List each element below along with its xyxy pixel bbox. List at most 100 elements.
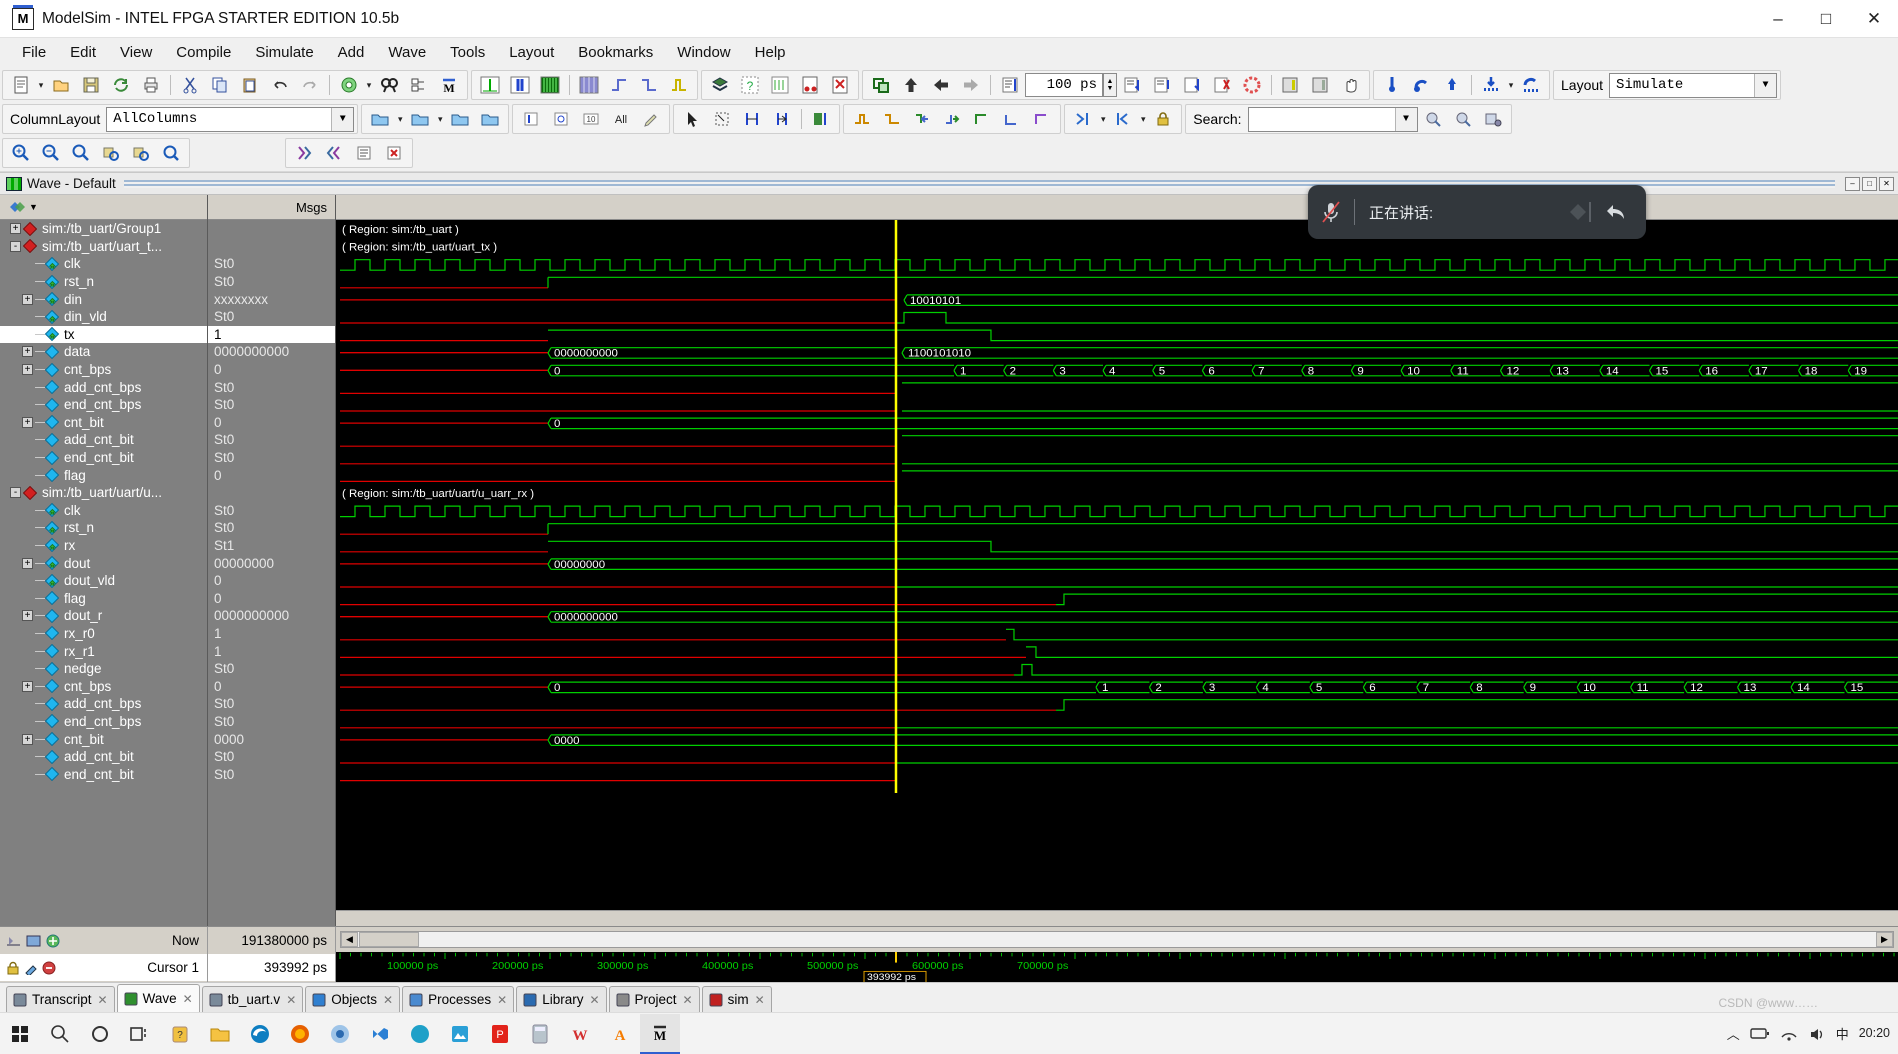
insert-cursor-icon[interactable] — [1378, 72, 1406, 98]
menu-bookmarks[interactable]: Bookmarks — [566, 41, 665, 64]
goto-prev-edge-icon[interactable] — [848, 106, 876, 132]
paste-icon[interactable] — [236, 72, 264, 98]
compile-dropdown-icon[interactable]: ▾ — [364, 72, 374, 98]
column-layout-combo[interactable]: AllColumns ▼ — [106, 106, 355, 132]
signal-row-end_cnt_bps[interactable]: end_cnt_bps — [0, 713, 207, 731]
menu-tools[interactable]: Tools — [438, 41, 497, 64]
signal-row-cnt_bps[interactable]: + cnt_bps — [0, 677, 207, 695]
speaking-widget[interactable]: 正在讲话: — [1308, 185, 1646, 239]
stop-icon[interactable] — [1238, 72, 1266, 98]
compare-clear-icon[interactable] — [380, 140, 408, 166]
search-prev-icon[interactable] — [1419, 106, 1447, 132]
signal-values-list[interactable]: St0 St0 xxxxxxxx St0 1 0000000000 0 St0 St0 0 St0 S… — [208, 220, 335, 926]
cut-icon[interactable] — [176, 72, 204, 98]
collapse-wave-icon[interactable] — [1517, 72, 1545, 98]
signal-row-nedge[interactable]: nedge — [0, 660, 207, 678]
save-wave-dropdown-icon[interactable]: ▾ — [435, 106, 445, 132]
signal-row-data[interactable]: + data — [0, 343, 207, 361]
format-all-icon[interactable]: All — [607, 106, 635, 132]
signal-row-end_cnt_bit[interactable]: end_cnt_bit — [0, 765, 207, 783]
expand-toggle-icon[interactable]: + — [22, 557, 33, 569]
undo-icon[interactable] — [266, 72, 294, 98]
network-icon[interactable] — [1780, 1026, 1798, 1042]
close-icon[interactable]: ✕ — [98, 993, 108, 1007]
find-next-transition-icon[interactable] — [1408, 72, 1436, 98]
compare-next-icon[interactable] — [320, 140, 348, 166]
close-icon[interactable]: ✕ — [755, 993, 765, 1007]
wave-single-icon[interactable] — [476, 72, 504, 98]
close-icon[interactable]: ✕ — [183, 992, 193, 1006]
align-center-icon[interactable] — [547, 106, 575, 132]
start-icon[interactable] — [0, 1014, 40, 1054]
edge-icon[interactable] — [240, 1014, 280, 1054]
measure-between-icon[interactable] — [768, 106, 796, 132]
breakpoint-edit-icon[interactable] — [1277, 72, 1305, 98]
vscode-icon[interactable] — [360, 1014, 400, 1054]
step-forward-icon[interactable] — [957, 72, 985, 98]
search-next-icon[interactable] — [1449, 106, 1477, 132]
close-icon[interactable]: ✕ — [497, 993, 507, 1007]
menu-simulate[interactable]: Simulate — [243, 41, 325, 64]
waveform-pane[interactable]: ( Region: sim:/tb_uart ) ( Region: sim:/t… — [336, 195, 1898, 926]
expand-toggle-icon[interactable]: + — [22, 610, 33, 622]
run-icon[interactable] — [1118, 72, 1146, 98]
prev-event-icon[interactable] — [1109, 106, 1137, 132]
chrome-icon[interactable] — [320, 1014, 360, 1054]
tab-objects[interactable]: Objects ✕ — [305, 986, 401, 1012]
signal-row-add_cnt_bit[interactable]: add_cnt_bit — [0, 748, 207, 766]
waveform-hscrollbar[interactable]: ◀ ▶ — [340, 931, 1894, 948]
wave-grid-icon[interactable] — [575, 72, 603, 98]
mountain-icon[interactable] — [440, 1014, 480, 1054]
scroll-right-button[interactable]: ▶ — [1876, 932, 1893, 947]
zoom-region-icon[interactable] — [97, 140, 125, 166]
edge-any-icon[interactable] — [1028, 106, 1056, 132]
save-icon[interactable] — [77, 72, 105, 98]
chevron-down-icon[interactable]: ▼ — [331, 107, 354, 131]
pdf-icon[interactable]: P — [480, 1014, 520, 1054]
explorer-icon[interactable] — [200, 1014, 240, 1054]
search-options-icon[interactable] — [1479, 106, 1507, 132]
wave-minimize-button[interactable]: – — [1845, 176, 1860, 191]
hand-pan-icon[interactable] — [1337, 72, 1365, 98]
remove-all-icon[interactable] — [826, 72, 854, 98]
edge-fall-icon[interactable] — [998, 106, 1026, 132]
cursor-up-icon[interactable] — [1438, 72, 1466, 98]
chevron-up-icon[interactable]: ︿ — [1727, 1024, 1740, 1043]
bookmark-del-icon[interactable] — [476, 106, 504, 132]
restart-icon[interactable] — [867, 72, 895, 98]
menu-file[interactable]: File — [10, 41, 58, 64]
signal-row-end_cnt_bps[interactable]: end_cnt_bps — [0, 396, 207, 414]
expand-toggle-icon[interactable]: + — [22, 346, 33, 358]
maximize-button[interactable]: □ — [1802, 0, 1850, 38]
wave-rise-icon[interactable] — [605, 72, 633, 98]
wave-maximize-button[interactable]: □ — [1862, 176, 1877, 191]
minimize-button[interactable]: – — [1754, 0, 1802, 38]
search-icon[interactable] — [40, 1014, 80, 1054]
signal-row-rx[interactable]: rx — [0, 537, 207, 555]
ime-icon[interactable]: 中 — [1836, 1024, 1849, 1043]
signal-row-rst_n[interactable]: rst_n — [0, 273, 207, 291]
firefox-icon[interactable] — [280, 1014, 320, 1054]
signal-row-add_cnt_bps[interactable]: add_cnt_bps — [0, 695, 207, 713]
search-input[interactable] — [1248, 108, 1395, 130]
modelsim-m-icon[interactable]: M — [435, 72, 463, 98]
signal-row-sim--tb_uart-uart-u---[interactable]: - sim:/tb_uart/uart/u... — [0, 484, 207, 502]
open-wave-dropdown-icon[interactable]: ▾ — [395, 106, 405, 132]
waveform-canvas[interactable]: ( Region: sim:/tb_uart ) ( Region: sim:/t… — [336, 220, 1898, 910]
cursor-row[interactable]: Cursor 1 — [0, 954, 207, 981]
align-left-icon[interactable] — [517, 106, 545, 132]
reply-icon[interactable] — [1604, 199, 1632, 225]
chevron-down-icon[interactable]: ▼ — [1754, 73, 1777, 97]
zoom-range-icon[interactable] — [157, 140, 185, 166]
close-icon[interactable]: ✕ — [383, 993, 393, 1007]
grid-toggle-icon[interactable] — [807, 106, 835, 132]
run-length-spinner[interactable]: ▲ ▼ — [1103, 73, 1117, 97]
signal-row-add_cnt_bps[interactable]: add_cnt_bps — [0, 378, 207, 396]
zoom-out-icon[interactable] — [37, 140, 65, 166]
close-button[interactable]: ✕ — [1850, 0, 1898, 38]
collapse-toggle-icon[interactable]: - — [10, 487, 21, 499]
find-icon[interactable] — [375, 72, 403, 98]
signal-row-rx_r0[interactable]: rx_r0 — [0, 625, 207, 643]
redo-icon[interactable] — [296, 72, 324, 98]
prev-event-dropdown-icon[interactable]: ▾ — [1138, 106, 1148, 132]
